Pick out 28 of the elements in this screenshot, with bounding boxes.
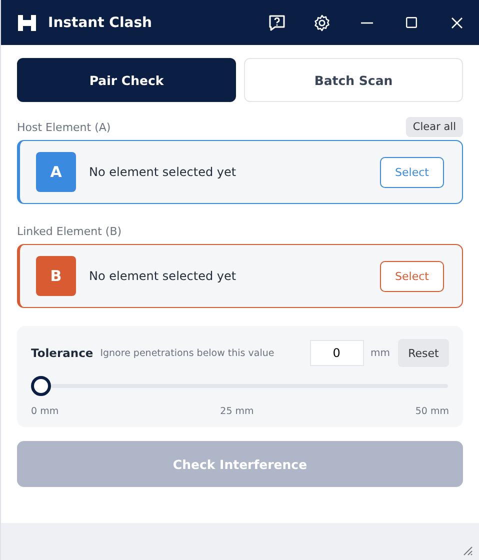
tick-label: 0 mm [31, 406, 59, 417]
help-icon [268, 14, 286, 32]
select-button[interactable]: Select [380, 156, 444, 188]
select-button[interactable]: Select [380, 260, 444, 292]
element-badge: A [36, 152, 76, 192]
element-status: No element selected yet [89, 165, 236, 179]
slider-thumb[interactable] [31, 376, 51, 396]
clear-all-button[interactable]: Clear all [406, 117, 463, 137]
logo-icon [18, 14, 36, 30]
tolerance-input[interactable]: 0 [310, 340, 364, 366]
tolerance-label: Tolerance [31, 346, 94, 360]
maximize-icon [406, 17, 417, 28]
minimize-icon [360, 22, 372, 24]
unit-label: mm [370, 348, 390, 358]
settings-icon [312, 14, 330, 32]
reset-button[interactable]: Reset [398, 339, 449, 367]
tab[interactable]: Batch Scan [244, 58, 463, 102]
tab[interactable]: Pair Check [17, 58, 236, 102]
tick-label: 25 mm [220, 406, 254, 417]
element-badge: B [36, 256, 76, 296]
element-status: No element selected yet [89, 269, 236, 283]
tick-label: 50 mm [415, 406, 449, 417]
resize-grip-icon[interactable] [463, 546, 473, 556]
tolerance-hint: Ignore penetrations below this value [100, 348, 274, 358]
section-label: Host Element (A) [17, 120, 111, 134]
section-label: Linked Element (B) [17, 224, 122, 238]
close-icon [450, 16, 462, 28]
window-title: Instant Clash [48, 14, 152, 30]
